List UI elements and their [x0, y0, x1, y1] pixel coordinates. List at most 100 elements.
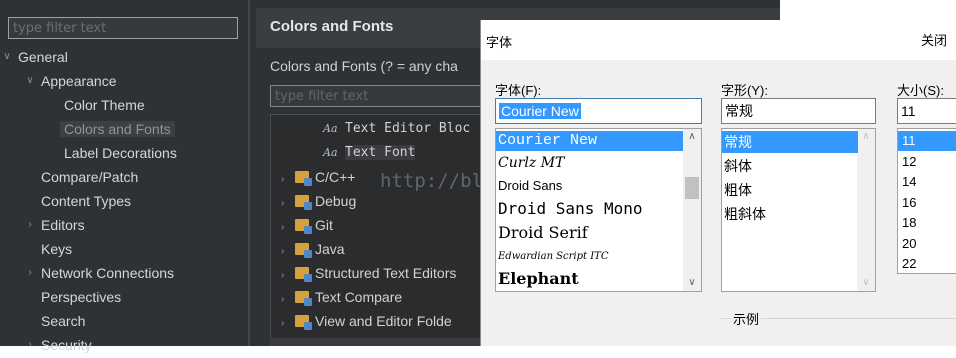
- colors-fonts-item[interactable]: › C/C++: [281, 165, 355, 189]
- scroll-up-icon[interactable]: ∧: [857, 129, 875, 145]
- font-icon: Aa: [323, 122, 338, 135]
- chevron-right-icon[interactable]: ›: [25, 333, 35, 357]
- tree-item[interactable]: Color Theme: [64, 93, 145, 117]
- scroll-down-icon[interactable]: ∨: [857, 275, 875, 291]
- tree-item[interactable]: Colors and Fonts: [60, 117, 175, 141]
- scroll-up-icon[interactable]: ∧: [683, 129, 701, 145]
- tree-item[interactable]: › Security: [28, 333, 92, 357]
- tree-item[interactable]: › Network Connections: [28, 261, 175, 285]
- tree-item-label: Label Decorations: [64, 145, 177, 161]
- folder-icon: [295, 195, 312, 210]
- tree-item[interactable]: Perspectives: [41, 285, 121, 309]
- dialog-title: 字体: [486, 35, 513, 50]
- folder-icon: [295, 267, 312, 282]
- tree-item-label: Keys: [41, 241, 73, 257]
- size-list-item[interactable]: 11: [898, 131, 956, 151]
- filter-input[interactable]: type filter text: [8, 17, 238, 39]
- font-style-input[interactable]: 常规: [721, 98, 876, 124]
- style-list-item[interactable]: 粗斜体: [722, 203, 858, 225]
- tree-item[interactable]: › Editors: [28, 213, 85, 237]
- colors-fonts-item-label: Java: [315, 241, 345, 257]
- close-button[interactable]: 关闭: [921, 30, 947, 49]
- colors-fonts-item[interactable]: › Structured Text Editors: [281, 261, 456, 285]
- colors-fonts-item-label: Debug: [315, 193, 357, 209]
- sample-group: 示例: [721, 309, 956, 358]
- folder-icon: [295, 171, 312, 186]
- style-list-item[interactable]: 常规: [722, 131, 858, 153]
- colors-fonts-item-label: C/C++: [315, 169, 356, 185]
- colors-fonts-item[interactable]: › Java: [281, 237, 345, 261]
- tree-item[interactable]: Compare/Patch: [41, 165, 138, 189]
- tree-item-label: Network Connections: [41, 265, 175, 281]
- folder-icon: [295, 315, 312, 330]
- tree-item-label: Colors and Fonts: [60, 121, 175, 137]
- colors-fonts-item[interactable]: › View and Editor Folde: [281, 309, 452, 333]
- font-name-input[interactable]: Courier New: [495, 98, 702, 124]
- colors-fonts-item-label: Text Editor Bloc: [345, 121, 471, 136]
- page-description: Colors and Fonts (? = any cha: [270, 58, 458, 74]
- tree-item[interactable]: ∨ Appearance: [26, 69, 117, 93]
- tree-item-label: Editors: [41, 217, 85, 233]
- tree-item-label: Security: [41, 337, 92, 353]
- colors-fonts-item-label: Text Font: [345, 145, 416, 160]
- size-list-item[interactable]: 16: [898, 193, 956, 213]
- style-list-scrollbar[interactable]: ∧ ∨: [857, 129, 875, 291]
- font-label: 字体(F):: [495, 83, 542, 98]
- size-list-item[interactable]: 12: [898, 152, 956, 172]
- chevron-right-icon[interactable]: ›: [25, 261, 35, 285]
- style-label: 字形(Y):: [721, 83, 768, 98]
- colors-fonts-item[interactable]: › Debug: [281, 189, 356, 213]
- chevron-right-icon[interactable]: ›: [25, 213, 35, 237]
- page-title: Colors and Fonts: [270, 18, 394, 35]
- colors-fonts-item-label: Git: [315, 217, 333, 233]
- tree-item[interactable]: ∨ General: [3, 45, 67, 69]
- tree-divider[interactable]: [248, 0, 250, 346]
- preferences-tree: ∨ General ∨ Appearance Color Theme Colors and…: [0, 45, 250, 353]
- tree-item[interactable]: Search: [41, 309, 85, 333]
- font-list-item[interactable]: Elephant: [496, 267, 683, 291]
- size-list-item[interactable]: 18: [898, 213, 956, 233]
- folder-icon: [295, 291, 312, 306]
- style-list-item[interactable]: 斜体: [722, 155, 858, 177]
- tree-item-label: Search: [41, 313, 86, 329]
- colors-fonts-item-label: View and Editor Folde: [315, 313, 452, 329]
- tree-item-label: Compare/Patch: [41, 169, 139, 185]
- sample-label: 示例: [731, 309, 762, 328]
- tree-item-label: Perspectives: [41, 289, 122, 305]
- colors-fonts-item[interactable]: › Text Compare: [281, 285, 402, 309]
- font-list-item[interactable]: Droid Sans: [496, 175, 683, 197]
- size-list-item[interactable]: 22: [898, 254, 956, 273]
- tree-item-label: Color Theme: [64, 97, 145, 113]
- font-list[interactable]: ∧ ∨ Courier New Curlz MT Droid Sans Droid S…: [495, 128, 702, 292]
- font-size-list[interactable]: 11 12 14 16 18 20 22: [897, 128, 956, 274]
- scroll-thumb[interactable]: [685, 177, 699, 199]
- tree-item[interactable]: Content Types: [41, 189, 131, 213]
- tree-item[interactable]: Keys: [41, 237, 72, 261]
- font-style-list[interactable]: ∧ ∨ 常规 斜体 粗体 粗斜体: [721, 128, 876, 292]
- tree-item-label: Appearance: [41, 73, 117, 89]
- font-list-item[interactable]: Edwardian Script ITC: [496, 247, 683, 267]
- size-list-item[interactable]: 14: [898, 172, 956, 192]
- colors-fonts-item[interactable]: Aa Text Font: [323, 141, 416, 165]
- chevron-down-icon[interactable]: ∨: [25, 69, 35, 93]
- colors-fonts-item[interactable]: › Git: [281, 213, 333, 237]
- colors-fonts-item-label: Structured Text Editors: [315, 265, 457, 281]
- font-list-item[interactable]: Droid Serif: [496, 221, 683, 245]
- dialog-titlebar: 字体 关闭: [481, 20, 956, 60]
- chevron-right-icon[interactable]: ›: [281, 312, 295, 336]
- scroll-down-icon[interactable]: ∨: [683, 275, 701, 291]
- chevron-down-icon[interactable]: ∨: [2, 45, 12, 69]
- font-size-input[interactable]: 11: [897, 98, 956, 124]
- folder-icon: [295, 219, 312, 234]
- tree-item[interactable]: Label Decorations: [64, 141, 177, 165]
- font-icon: Aa: [323, 146, 338, 159]
- font-list-item[interactable]: Courier New: [496, 131, 683, 151]
- font-list-item[interactable]: Droid Sans Mono: [496, 197, 683, 221]
- style-list-item[interactable]: 粗体: [722, 179, 858, 201]
- colors-fonts-item-label: Text Compare: [315, 289, 403, 305]
- font-list-item[interactable]: Curlz MT: [496, 151, 683, 175]
- font-list-scrollbar[interactable]: ∧ ∨: [683, 129, 701, 291]
- colors-fonts-item[interactable]: Aa Text Editor Bloc: [323, 117, 470, 141]
- size-list-item[interactable]: 20: [898, 234, 956, 254]
- size-label: 大小(S):: [897, 83, 944, 98]
